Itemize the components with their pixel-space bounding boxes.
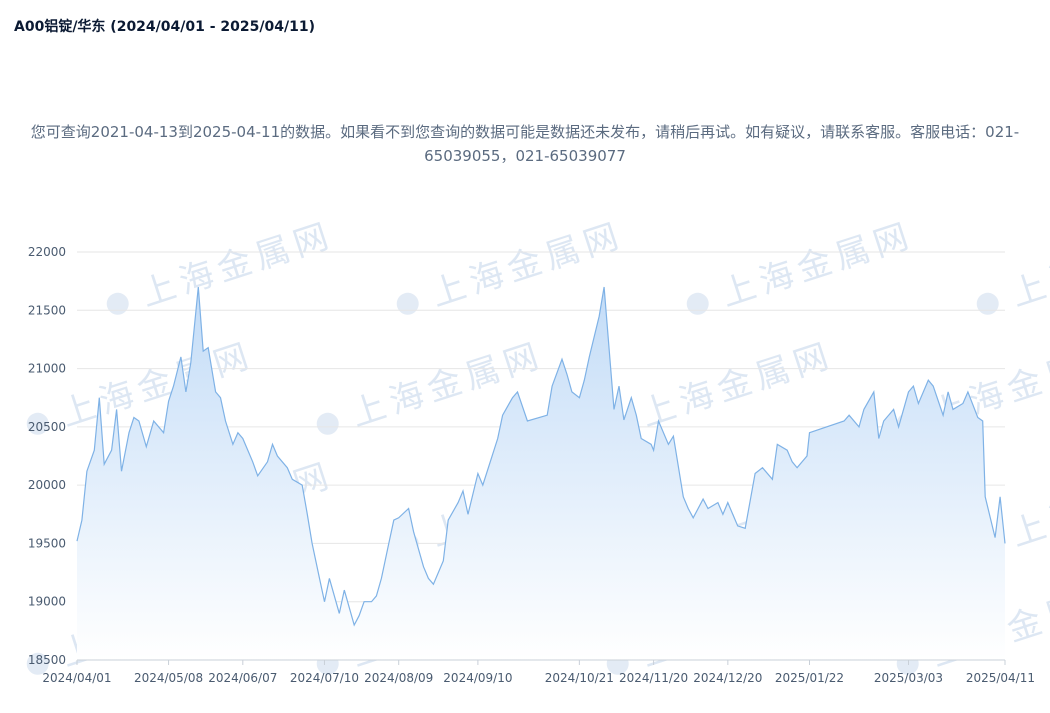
x-tick-label: 2024/12/20 — [693, 671, 762, 685]
x-tick-label: 2024/05/08 — [134, 671, 203, 685]
y-tick-label: 20000 — [28, 478, 66, 492]
watermark-logo-icon — [396, 292, 419, 315]
watermark-text: 上海金属网 — [716, 215, 919, 315]
watermark-text: 上海金属网 — [636, 335, 839, 435]
y-tick-label: 18500 — [28, 653, 66, 667]
price-chart: 上海金属网 上海金属网 上海金属网 上海金属网上海金属网 上海金属网 上海金属网 上海金属网… — [26, 215, 1050, 685]
watermark: 上海金属网 — [106, 215, 339, 315]
x-tick-label: 2024/07/10 — [290, 671, 359, 685]
x-tick-label: 2024/09/10 — [443, 671, 512, 685]
watermark-logo-icon — [106, 292, 129, 315]
y-tick-label: 21500 — [28, 303, 66, 317]
price-area — [76, 286, 1006, 660]
x-tick-label: 2024/06/07 — [208, 671, 277, 685]
watermark-text: 上海金属网 — [426, 215, 629, 315]
y-tick-label: 20500 — [28, 420, 66, 434]
y-tick-label: 19500 — [28, 536, 66, 550]
y-tick-label: 19000 — [28, 595, 66, 609]
watermark: 上海金属网 — [396, 215, 629, 315]
watermark-text: 上海金属网 — [56, 335, 259, 435]
y-tick-label: 22000 — [28, 245, 66, 259]
watermark-logo-icon — [686, 292, 709, 315]
watermark: 上海金属网 — [976, 215, 1050, 315]
x-tick-label: 2024/10/21 — [545, 671, 614, 685]
watermark: 上海金属网 — [686, 215, 919, 315]
watermark-logo-icon — [976, 292, 999, 315]
x-tick-label: 2024/11/20 — [619, 671, 688, 685]
y-tick-label: 21000 — [28, 362, 66, 376]
x-tick-label: 2024/04/01 — [42, 671, 111, 685]
x-tick-label: 2025/01/22 — [775, 671, 844, 685]
x-tick-label: 2025/04/11 — [966, 671, 1035, 685]
watermark-text: 上海金属网 — [1006, 455, 1050, 555]
watermark-text: 上海金属网 — [1006, 215, 1050, 315]
x-tick-label: 2024/08/09 — [364, 671, 433, 685]
area-fill — [77, 287, 1005, 660]
x-tick-label: 2025/03/03 — [874, 671, 943, 685]
watermark-text: 上海金属网 — [136, 215, 339, 315]
watermark-logo-icon — [316, 412, 339, 435]
